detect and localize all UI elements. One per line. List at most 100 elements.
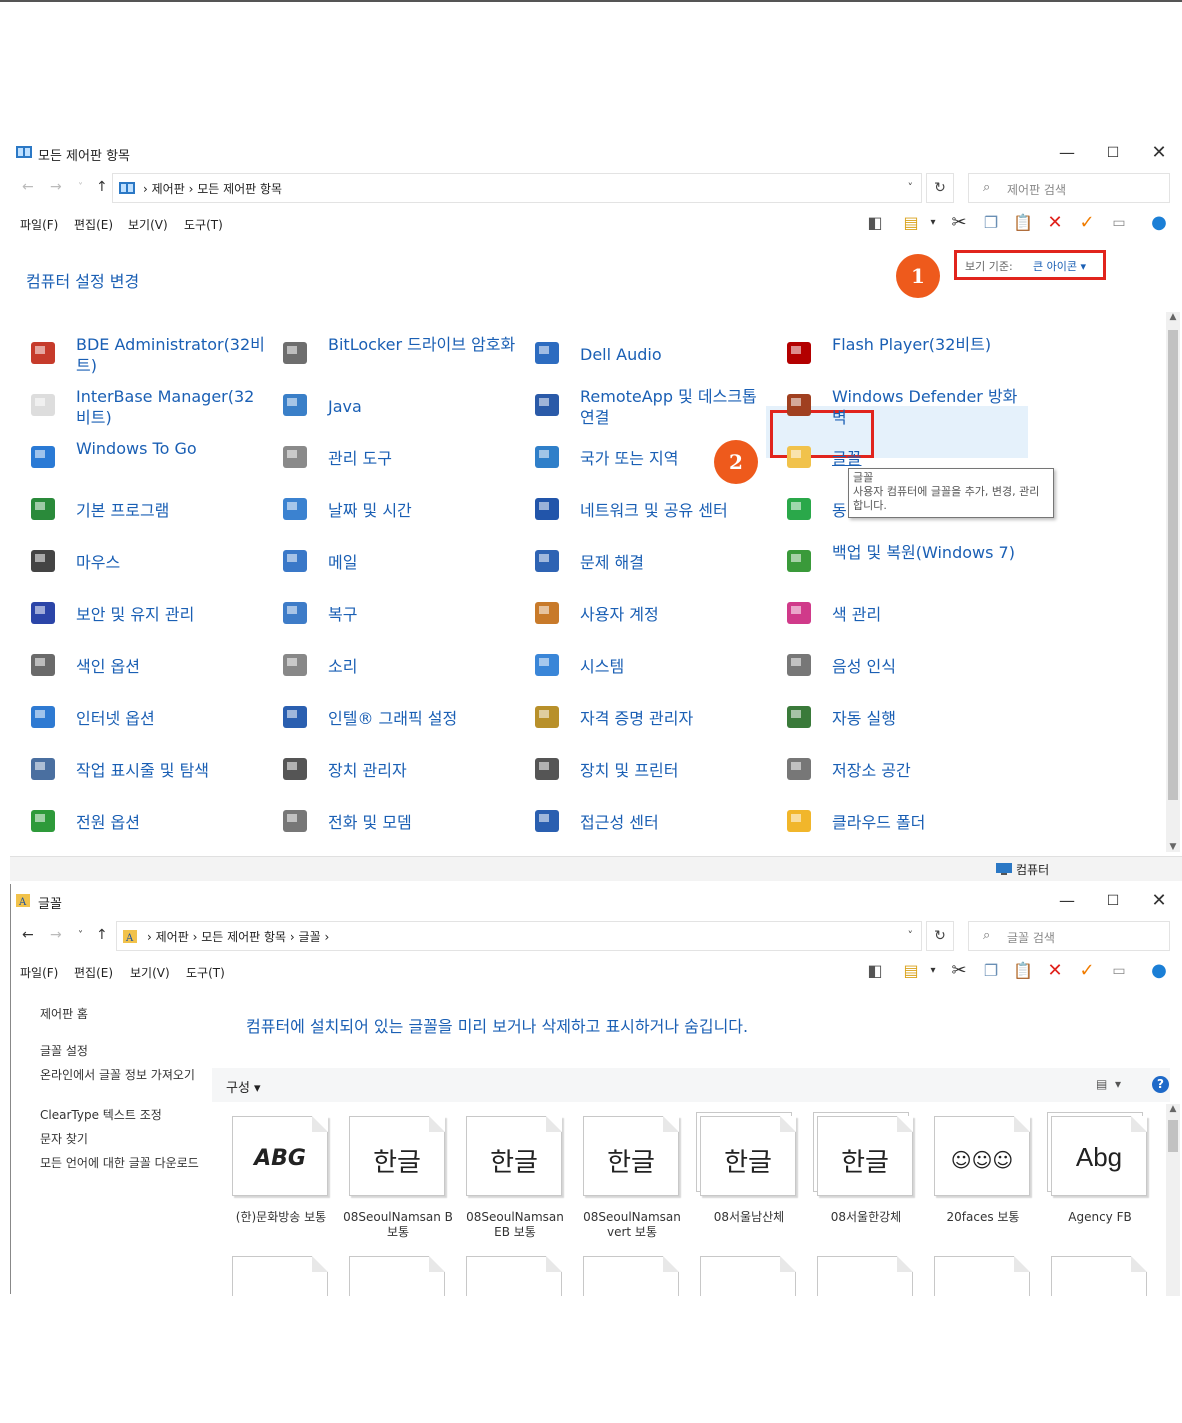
cp-item[interactable]: 작업 표시줄 및 탐색 <box>26 744 266 790</box>
refresh-button[interactable]: ↻ <box>926 921 954 951</box>
crumb-fonts[interactable]: 글꼴 <box>299 930 321 944</box>
cp-item-label[interactable]: Windows Defender 방화벽 <box>832 386 1022 428</box>
cp-item[interactable]: 백업 및 복원(Windows 7) <box>782 536 1022 582</box>
link-cleartype[interactable]: ClearType 텍스트 조정 <box>40 1108 204 1122</box>
fonts-scroll-thumb[interactable] <box>1168 1120 1178 1152</box>
cp-item-label[interactable]: 메일 <box>328 552 518 573</box>
menu-view[interactable]: 보기(V) <box>128 216 168 233</box>
cp-item-label[interactable]: 보안 및 유지 관리 <box>76 604 266 625</box>
copy-icon[interactable]: ❐ <box>978 210 1004 236</box>
cp-item-label[interactable]: 마우스 <box>76 552 266 573</box>
globe-icon[interactable]: ● <box>1146 210 1172 236</box>
cp-item-label[interactable]: 색 관리 <box>832 604 1022 625</box>
cp-item[interactable]: 소리 <box>278 640 518 686</box>
menu-file[interactable]: 파일(F) <box>20 216 58 233</box>
address-dropdown-icon[interactable]: ˅ <box>908 181 914 194</box>
rename-icon[interactable]: ▭ <box>1106 958 1132 984</box>
paste-icon[interactable]: 📋 <box>1010 210 1036 236</box>
refresh-button[interactable]: ↻ <box>926 173 954 203</box>
page-title[interactable]: 컴퓨터 설정 변경 <box>26 268 139 292</box>
font-item[interactable]: 한글 <box>349 1116 447 1196</box>
cp-item[interactable]: BDE Administrator(32비트) <box>26 328 266 376</box>
cp-item[interactable]: 문제 해결 <box>530 536 770 582</box>
cp-item[interactable]: 마우스 <box>26 536 266 582</box>
cp-item[interactable]: 저장소 공간 <box>782 744 1022 790</box>
cp-item-label[interactable]: Java <box>328 396 518 417</box>
cp-item-label[interactable]: 네트워크 및 공유 센터 <box>580 500 770 521</box>
font-name[interactable]: 08SeoulNamsan B 보통 <box>343 1210 453 1240</box>
cp-item[interactable]: 기본 프로그램 <box>26 484 266 530</box>
cp-item-label[interactable]: Flash Player(32비트) <box>832 334 1022 355</box>
cut-icon[interactable]: ✂ <box>946 958 972 984</box>
paste-icon[interactable]: 📋 <box>1010 958 1036 984</box>
cp-item-label[interactable]: 소리 <box>328 656 518 677</box>
layout-pane-icon[interactable]: ◧ <box>862 958 888 984</box>
scroll-down-icon[interactable]: ▼ <box>1166 842 1180 852</box>
cp-item[interactable]: 인터넷 옵션 <box>26 692 266 738</box>
font-item[interactable]: 한글 <box>466 1116 564 1196</box>
cp-item-label[interactable]: BDE Administrator(32비트) <box>76 334 266 376</box>
font-name[interactable]: 08서울남산체 <box>694 1210 804 1225</box>
link-download-fonts[interactable]: 모든 언어에 대한 글꼴 다운로드 <box>40 1156 204 1170</box>
cp-item-label[interactable]: Dell Audio <box>580 344 770 365</box>
cp-item[interactable]: 날짜 및 시간 <box>278 484 518 530</box>
cp-scroll-thumb[interactable] <box>1168 330 1178 800</box>
cp-item-label[interactable]: 국가 또는 지역 <box>580 448 770 469</box>
crumb-all-items[interactable]: 모든 제어판 항목 <box>197 182 282 196</box>
cp-item[interactable]: 음성 인식 <box>782 640 1022 686</box>
cp-item[interactable]: 자격 증명 관리자 <box>530 692 770 738</box>
font-item[interactable]: Abg <box>1051 1116 1149 1196</box>
maximize-button[interactable]: ☐ <box>1090 140 1136 166</box>
cp-item-label[interactable]: 저장소 공간 <box>832 760 1022 781</box>
cp-item[interactable]: 국가 또는 지역 <box>530 432 770 478</box>
cp-item-label[interactable]: 글꼴 <box>832 448 1022 469</box>
address-dropdown-icon[interactable]: ˅ <box>908 929 914 942</box>
font-item[interactable]: 한글 <box>700 1116 798 1196</box>
link-online-font-info[interactable]: 온라인에서 글꼴 정보 가져오기 <box>40 1068 204 1082</box>
menu-file[interactable]: 파일(F) <box>20 964 58 981</box>
cp-item-label[interactable]: 시스템 <box>580 656 770 677</box>
cp-item-label[interactable]: 인텔® 그래픽 설정 <box>328 708 518 729</box>
font-item[interactable]: 한글 <box>817 1116 915 1196</box>
font-item-partial[interactable] <box>583 1256 681 1296</box>
cp-item[interactable]: 네트워크 및 공유 센터 <box>530 484 770 530</box>
cp-item-label[interactable]: 자동 실행 <box>832 708 1022 729</box>
cp-item[interactable]: Dell Audio <box>530 328 770 374</box>
cp-item-label[interactable]: 장치 관리자 <box>328 760 518 781</box>
cp-item-label[interactable]: 접근성 센터 <box>580 812 770 833</box>
link-font-settings[interactable]: 글꼴 설정 <box>40 1044 204 1058</box>
rename-icon[interactable]: ▭ <box>1106 210 1132 236</box>
cp-item-label[interactable]: 작업 표시줄 및 탐색 <box>76 760 266 781</box>
scroll-up-icon[interactable]: ▲ <box>1166 1104 1180 1114</box>
cp-item[interactable]: 메일 <box>278 536 518 582</box>
cp-item[interactable]: InterBase Manager(32비트) <box>26 380 266 428</box>
cp-item[interactable]: 색인 옵션 <box>26 640 266 686</box>
cp-item[interactable]: 시스템 <box>530 640 770 686</box>
fonts-vertical-scrollbar[interactable]: ▲ <box>1166 1104 1180 1296</box>
cp-item-label[interactable]: RemoteApp 및 데스크톱 연결 <box>580 386 770 428</box>
cp-item-label[interactable]: InterBase Manager(32비트) <box>76 386 266 428</box>
cp-item-label[interactable]: 인터넷 옵션 <box>76 708 266 729</box>
cp-item-label[interactable]: 음성 인식 <box>832 656 1022 677</box>
menu-edit[interactable]: 편집(E) <box>74 216 113 233</box>
crumb-all-items[interactable]: 모든 제어판 항목 <box>201 930 286 944</box>
forward-arrow-icon[interactable]: → <box>50 179 62 195</box>
font-item-partial[interactable] <box>934 1256 1032 1296</box>
view-by-value[interactable]: 큰 아이콘 ▾ <box>1033 258 1086 274</box>
cp-item-label[interactable]: BitLocker 드라이브 암호화 <box>328 334 518 355</box>
view-by-selector[interactable]: 보기 기준: 큰 아이콘 ▾ <box>954 250 1106 280</box>
minimize-button[interactable]: — <box>1044 888 1090 914</box>
layout-pane-icon[interactable]: ◧ <box>862 210 888 236</box>
cp-item-label[interactable]: 복구 <box>328 604 518 625</box>
cp-item[interactable]: Flash Player(32비트) <box>782 328 1022 374</box>
font-name[interactable]: (한)문화방송 보통 <box>226 1210 336 1225</box>
organize-button[interactable]: 구성 ▾ <box>226 1077 261 1096</box>
view-options-icon[interactable]: ▤ ▾ <box>1096 1077 1121 1091</box>
cp-item-label[interactable]: 백업 및 복원(Windows 7) <box>832 542 1022 563</box>
fonts-search-input[interactable]: ⌕ 글꼴 검색 <box>968 921 1170 951</box>
cp-address-bar[interactable]: › 제어판 › 모든 제어판 항목 ˅ <box>112 173 922 203</box>
cp-item-label[interactable]: 기본 프로그램 <box>76 500 266 521</box>
menu-tools[interactable]: 도구(T) <box>186 964 225 981</box>
cp-vertical-scrollbar[interactable]: ▲ ▼ <box>1166 312 1180 852</box>
cp-item[interactable]: 장치 및 프린터 <box>530 744 770 790</box>
